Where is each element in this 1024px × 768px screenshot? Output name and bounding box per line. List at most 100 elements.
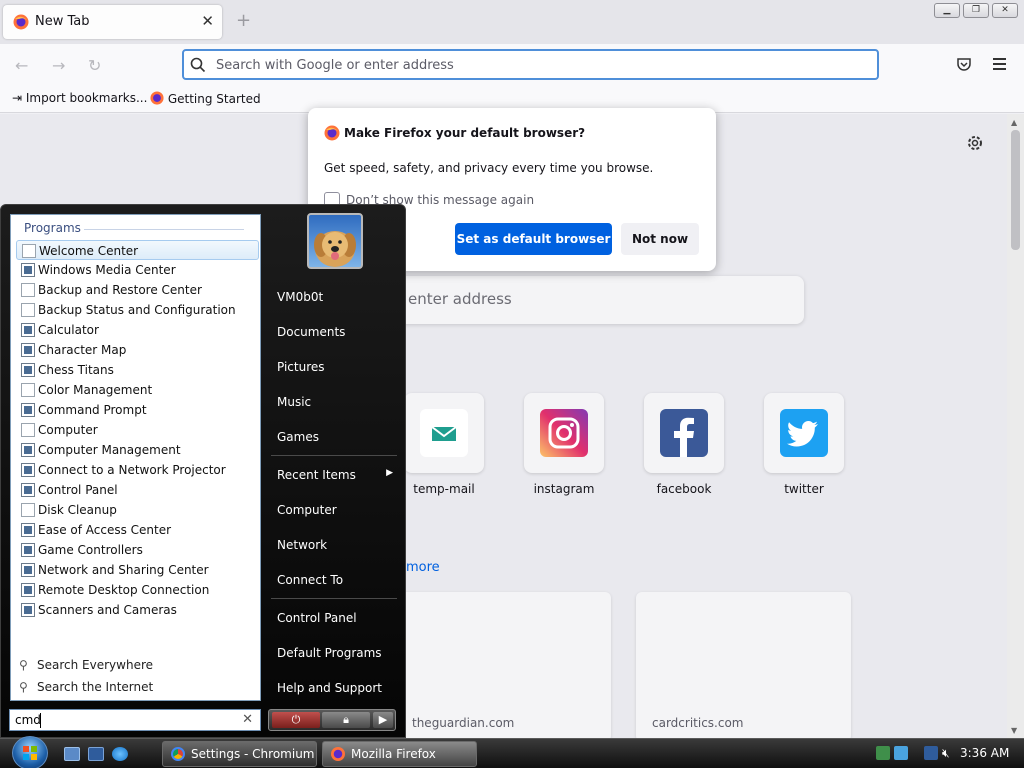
- page-scrollbar[interactable]: ▲ ▼: [1007, 114, 1024, 740]
- scroll-down-icon[interactable]: ▼: [1011, 726, 1017, 735]
- power-options-arrow-icon[interactable]: ▶: [373, 712, 393, 728]
- top-site-twitter[interactable]: twitter: [764, 393, 844, 496]
- program-item[interactable]: Command Prompt: [16, 400, 259, 420]
- page-search-placeholder: enter address: [408, 290, 512, 308]
- scrollbar-thumb[interactable]: [1011, 130, 1020, 250]
- show-more-link[interactable]: more: [406, 560, 440, 575]
- program-item[interactable]: Chess Titans: [16, 360, 259, 380]
- start-item-computer[interactable]: Computer: [271, 496, 399, 522]
- program-item[interactable]: Scanners and Cameras: [16, 600, 259, 620]
- close-tab-icon[interactable]: ✕: [201, 12, 214, 30]
- start-item-help-support[interactable]: Help and Support: [271, 674, 399, 700]
- new-tab-icon[interactable]: +: [236, 10, 251, 31]
- search-internet-link[interactable]: ⚲ Search the Internet: [19, 680, 153, 694]
- url-bar[interactable]: Search with Google or enter address: [182, 49, 879, 80]
- start-item-network[interactable]: Network: [271, 531, 399, 557]
- program-label: Scanners and Cameras: [38, 603, 177, 617]
- tray-app-icon[interactable]: [876, 746, 890, 760]
- bookmark-getting-started[interactable]: Getting Started: [150, 91, 261, 106]
- gear-icon[interactable]: [966, 134, 984, 152]
- show-desktop-icon[interactable]: [64, 747, 80, 761]
- user-avatar[interactable]: [307, 213, 363, 269]
- start-item-user[interactable]: VM0b0t: [271, 283, 399, 309]
- program-item[interactable]: Backup and Restore Center: [16, 280, 259, 300]
- task-settings-chromium[interactable]: Settings - Chromium: [162, 741, 317, 767]
- top-site-temp-mail[interactable]: temp-mail: [404, 393, 484, 496]
- bookmark-import[interactable]: ⇥ Import bookmarks...: [12, 91, 147, 105]
- submenu-arrow-icon: ▶: [386, 468, 393, 478]
- program-item[interactable]: Remote Desktop Connection: [16, 580, 259, 600]
- start-item-recent-items[interactable]: Recent Items ▶: [271, 461, 399, 487]
- program-item[interactable]: Connect to a Network Projector: [16, 460, 259, 480]
- program-label: Ease of Access Center: [38, 523, 172, 537]
- firefox-logo-icon: [331, 747, 345, 761]
- task-mozilla-firefox[interactable]: Mozilla Firefox: [322, 741, 477, 767]
- clock[interactable]: 3:36 AM: [960, 746, 1009, 760]
- reload-icon[interactable]: ↻: [88, 56, 101, 75]
- program-item[interactable]: Backup Status and Configuration: [16, 300, 259, 320]
- not-now-button[interactable]: Not now: [621, 223, 699, 255]
- program-item[interactable]: Computer: [16, 420, 259, 440]
- programs-pane: Programs Welcome Center Windows Media Cen…: [10, 214, 261, 701]
- close-window-button[interactable]: ✕: [992, 3, 1018, 18]
- program-item[interactable]: Network and Sharing Center: [16, 560, 259, 580]
- start-item-connect-to[interactable]: Connect To: [271, 566, 399, 592]
- dialog-body: Get speed, safety, and privacy every tim…: [324, 161, 654, 175]
- start-item-pictures[interactable]: Pictures: [271, 353, 399, 379]
- program-label: Computer Management: [38, 443, 181, 457]
- network-icon[interactable]: [924, 746, 938, 760]
- tray-app-icon[interactable]: [894, 746, 908, 760]
- start-button[interactable]: [12, 736, 48, 768]
- menu-separator: [271, 598, 397, 599]
- top-site-instagram[interactable]: instagram: [524, 393, 604, 496]
- scroll-up-icon[interactable]: ▲: [1011, 118, 1017, 127]
- start-item-documents[interactable]: Documents: [271, 318, 399, 344]
- facebook-icon: [660, 409, 708, 457]
- tab-new-tab[interactable]: New Tab ✕: [3, 5, 222, 39]
- start-menu: Programs Welcome Center Windows Media Cen…: [0, 204, 406, 738]
- back-icon[interactable]: ←: [15, 56, 28, 75]
- internet-explorer-icon[interactable]: [112, 747, 128, 761]
- restore-window-button[interactable]: ❐: [963, 3, 989, 18]
- start-item-control-panel[interactable]: Control Panel: [271, 604, 399, 630]
- program-item[interactable]: Ease of Access Center: [16, 520, 259, 540]
- search-everywhere-link[interactable]: ⚲ Search Everywhere: [19, 658, 153, 672]
- program-window-icon: [21, 343, 35, 357]
- power-button[interactable]: ⏻: [272, 712, 320, 728]
- top-site-facebook[interactable]: facebook: [644, 393, 724, 496]
- text-caret: [40, 713, 41, 728]
- set-default-browser-button[interactable]: Set as default browser: [455, 223, 612, 255]
- program-item[interactable]: Computer Management: [16, 440, 259, 460]
- program-label: Windows Media Center: [38, 263, 176, 277]
- program-item[interactable]: Calculator: [16, 320, 259, 340]
- program-item[interactable]: Control Panel: [16, 480, 259, 500]
- program-window-icon: [21, 563, 35, 577]
- minimize-window-button[interactable]: ▁: [934, 3, 960, 18]
- program-item[interactable]: Character Map: [16, 340, 259, 360]
- program-item[interactable]: Welcome Center: [16, 240, 259, 260]
- program-label: Remote Desktop Connection: [38, 583, 210, 597]
- program-item[interactable]: Game Controllers: [16, 540, 259, 560]
- site-label: temp-mail: [413, 482, 475, 496]
- program-item[interactable]: Color Management: [16, 380, 259, 400]
- start-item-music[interactable]: Music: [271, 388, 399, 414]
- start-item-games[interactable]: Games: [271, 423, 399, 449]
- task-label: Settings - Chromium: [191, 747, 315, 761]
- switch-windows-icon[interactable]: [88, 747, 104, 761]
- app-menu-icon[interactable]: [993, 58, 1006, 73]
- page-search-box[interactable]: enter address: [380, 276, 804, 324]
- start-search-input[interactable]: cmd ✕: [9, 709, 261, 731]
- start-item-default-programs[interactable]: Default Programs: [271, 639, 399, 665]
- program-label: Control Panel: [38, 483, 118, 497]
- program-item[interactable]: Windows Media Center: [16, 260, 259, 280]
- pocket-icon[interactable]: [956, 56, 972, 72]
- story-card[interactable]: theguardian.com: [396, 592, 611, 740]
- volume-muted-icon[interactable]: 🔇︎: [942, 746, 956, 760]
- clear-search-icon[interactable]: ✕: [242, 712, 253, 727]
- site-label: facebook: [656, 482, 712, 496]
- lock-icon[interactable]: 🔒︎: [322, 712, 370, 728]
- site-tile: [764, 393, 844, 473]
- story-card[interactable]: cardcritics.com: [636, 592, 851, 740]
- program-item[interactable]: Disk Cleanup: [16, 500, 259, 520]
- forward-icon[interactable]: →: [52, 56, 65, 75]
